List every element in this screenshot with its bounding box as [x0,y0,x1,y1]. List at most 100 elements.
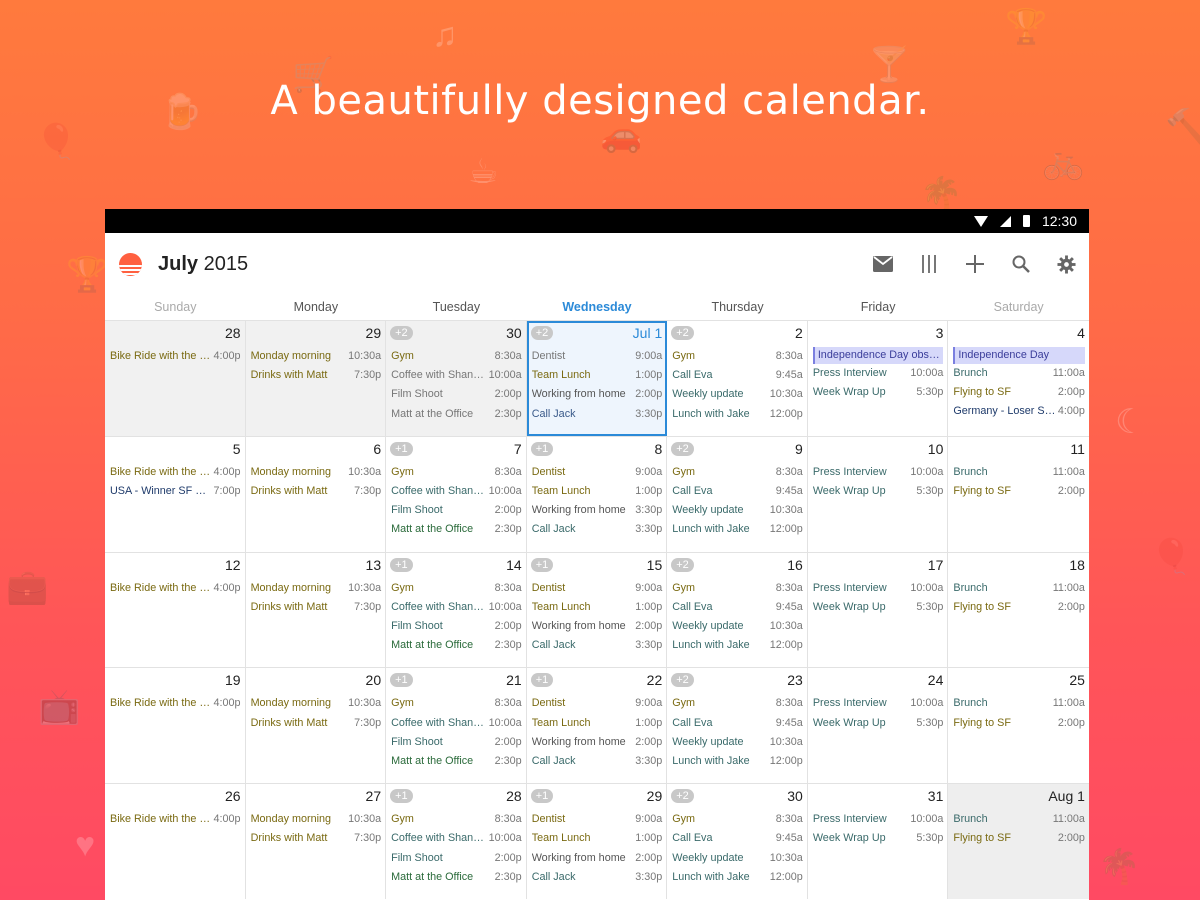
event-item[interactable]: Weekly update 10:30a [672,733,803,752]
event-item[interactable]: Call Eva 9:45a [672,829,803,848]
event-item[interactable]: Drinks with Matt 7:30p [251,366,382,385]
day-cell[interactable]: 5 Bike Ride with the dog 4:00p USA - Winner… [105,436,246,552]
event-item[interactable]: Gym 8:30a [391,694,522,713]
event-item[interactable]: Week Wrap Up 5:30p [813,714,944,733]
day-cell[interactable]: +1 22 Dentist 9:00a Team Lunch 1:00p Working f… [527,668,668,784]
event-item[interactable]: Brunch 11:00a [953,364,1085,383]
day-cell[interactable]: +1 14 Gym 8:30a Coffee with Shannon 10:00a Fil… [386,552,527,668]
day-cell[interactable]: 4 Independence Day Brunch 11:00a Flying to S… [948,321,1089,436]
event-item[interactable]: Team Lunch 1:00p [532,598,663,617]
event-item[interactable]: Press Interview 10:00a [813,463,944,482]
event-item[interactable]: Gym 8:30a [672,347,803,366]
event-item[interactable]: Bike Ride with the dog 4:00p [110,463,241,482]
day-cell[interactable]: 20 Monday morning 10:30a Drinks with Matt 7:… [246,668,387,784]
event-item[interactable]: Drinks with Matt 7:30p [251,714,382,733]
event-item[interactable]: Bike Ride with the dog 4:00p [110,810,241,829]
event-item[interactable]: Flying to SF 2:00p [953,482,1085,501]
event-item[interactable]: Bike Ride with the dog 4:00p [110,579,241,598]
event-item[interactable]: Flying to SF 2:00p [953,383,1085,402]
day-cell[interactable]: 10 Press Interview 10:00a Week Wrap Up 5:30p [808,436,949,552]
all-day-event[interactable]: Independence Day [953,347,1085,364]
more-events-badge[interactable]: +1 [390,441,413,456]
more-events-badge[interactable]: +1 [390,673,413,688]
event-item[interactable]: Working from home 2:00p [532,849,663,868]
day-cell[interactable]: 27 Monday morning 10:30a Drinks with Matt 7:… [246,784,387,899]
more-events-badge[interactable]: +2 [390,326,413,340]
event-item[interactable]: Week Wrap Up 5:30p [813,598,944,617]
event-item[interactable]: Week Wrap Up 5:30p [813,482,944,501]
event-item[interactable]: Gym 8:30a [391,579,522,598]
event-item[interactable]: Bike Ride with the dog 4:00p [110,694,241,713]
day-cell[interactable]: +1 28 Gym 8:30a Coffee with Shannon 10:00a Fil… [386,784,527,899]
event-item[interactable]: Call Eva 9:45a [672,598,803,617]
event-item[interactable]: Call Jack 3:30p [532,636,663,655]
day-cell[interactable]: 24 Press Interview 10:00a Week Wrap Up 5:30p [808,668,949,784]
more-events-badge[interactable]: +1 [530,557,554,572]
event-item[interactable]: Call Eva 9:45a [672,714,803,733]
day-cell[interactable]: 26 Bike Ride with the dog 4:00p [105,784,246,899]
event-item[interactable]: Gym 8:30a [391,810,522,829]
event-item[interactable]: Coffee with Shannon 10:00a [391,598,522,617]
event-item[interactable]: Gym 8:30a [672,694,803,713]
day-cell[interactable]: 19 Bike Ride with the dog 4:00p [105,668,246,784]
event-item[interactable]: Film Shoot 2:00p [391,385,522,404]
event-item[interactable]: Brunch 11:00a [953,579,1085,598]
event-item[interactable]: Matt at the Office 2:30p [391,520,522,539]
event-item[interactable]: Coffee with Shannon 10:00a [391,366,522,385]
event-item[interactable]: Drinks with Matt 7:30p [251,598,382,617]
event-item[interactable]: Call Eva 9:45a [672,482,803,501]
search-icon[interactable] [1008,252,1033,277]
event-item[interactable]: Press Interview 10:00a [813,810,944,829]
day-cell[interactable]: 11 Brunch 11:00a Flying to SF 2:00p [948,437,1089,552]
day-cell[interactable]: 18 Brunch 11:00a Flying to SF 2:00p [948,553,1089,668]
day-cell[interactable]: +1 29 Dentist 9:00a Team Lunch 1:00p Working f… [527,784,668,899]
event-item[interactable]: Brunch 11:00a [953,694,1085,713]
more-events-badge[interactable]: +1 [390,789,413,804]
event-item[interactable]: Dentist 9:00a [532,694,663,713]
day-cell[interactable]: 31 Press Interview 10:00a Week Wrap Up 5:30p [808,784,949,899]
day-cell[interactable]: Aug 1 Brunch 11:00a Flying to SF 2:00p [948,784,1089,899]
more-events-badge[interactable]: +2 [671,441,694,456]
event-item[interactable]: Monday morning 10:30a [251,463,382,482]
event-item[interactable]: Gym 8:30a [672,463,803,482]
event-item[interactable]: Call Jack 3:30p [532,752,663,771]
day-cell[interactable]: +2 30 Gym 8:30a Coffee with Shannon 10:00a Fil… [386,321,527,436]
event-item[interactable]: Working from home 2:00p [532,733,663,752]
event-item[interactable]: Coffee with Shannon 10:00a [391,482,522,501]
event-item[interactable]: Dentist 9:00a [532,347,663,366]
more-events-badge[interactable]: +2 [671,673,694,688]
event-item[interactable]: Lunch with Jake 12:00p [672,636,803,655]
day-cell[interactable]: 6 Monday morning 10:30a Drinks with Matt 7:3… [246,436,387,552]
event-item[interactable]: Weekly update 10:30a [672,617,803,636]
event-item[interactable]: Germany - Loser SF 2...4:00p [953,402,1085,421]
more-events-badge[interactable]: +2 [530,326,554,340]
event-item[interactable]: Working from home 3:30p [532,501,663,520]
event-item[interactable]: Monday morning 10:30a [251,347,382,366]
event-item[interactable]: Week Wrap Up 5:30p [813,829,944,848]
event-item[interactable]: Call Jack 3:30p [532,868,663,887]
event-item[interactable]: Matt at the Office 2:30p [391,405,522,424]
event-item[interactable]: Dentist 9:00a [532,810,663,829]
gear-icon[interactable] [1054,252,1079,277]
event-item[interactable]: Brunch 11:00a [953,810,1085,829]
event-item[interactable]: Team Lunch 1:00p [532,366,663,385]
event-item[interactable]: Drinks with Matt 7:30p [251,829,382,848]
day-cell[interactable]: 28 Bike Ride with the dog 4:00p [105,321,246,436]
event-item[interactable]: Team Lunch 1:00p [532,829,663,848]
month-title[interactable]: July 2015 [158,253,248,276]
event-item[interactable]: Coffee with Shannon 10:00a [391,829,522,848]
event-item[interactable]: Gym 8:30a [672,579,803,598]
view-columns-icon[interactable] [916,252,941,277]
more-events-badge[interactable]: +1 [530,789,554,804]
event-item[interactable]: Matt at the Office 2:30p [391,636,522,655]
event-item[interactable]: Team Lunch 1:00p [532,482,663,501]
event-item[interactable]: Team Lunch 1:00p [532,714,663,733]
day-cell[interactable]: +1 7 Gym 8:30a Coffee with Shannon 10:00a Film… [386,436,527,552]
day-cell[interactable]: +1 8 Dentist 9:00a Team Lunch 1:00p Working fr… [527,436,668,552]
event-item[interactable]: Lunch with Jake 12:00p [672,752,803,771]
event-item[interactable]: Lunch with Jake 12:00p [672,868,803,887]
day-cell[interactable]: +1 15 Dentist 9:00a Team Lunch 1:00p Working f… [527,552,668,668]
event-item[interactable]: Gym 8:30a [672,810,803,829]
event-item[interactable]: Weekly update 10:30a [672,501,803,520]
mail-icon[interactable] [870,252,895,277]
